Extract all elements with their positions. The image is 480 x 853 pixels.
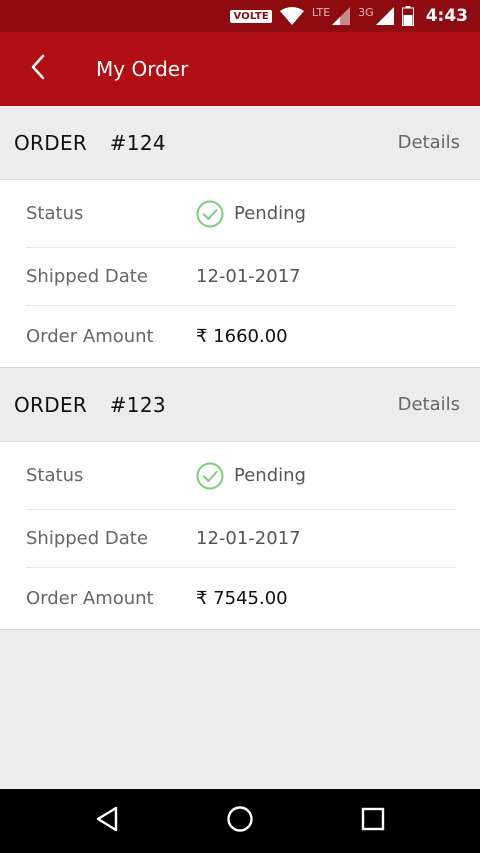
status-label: Status (26, 465, 84, 486)
check-circle-icon (196, 200, 224, 228)
order-amount-label: Order Amount (26, 588, 154, 609)
order-number: #123 (109, 392, 166, 417)
status-label: Status (26, 203, 84, 224)
order-label: ORDER (14, 130, 88, 155)
nav-home-button[interactable] (210, 789, 270, 853)
order-amount-value: ₹ 1660.00 (196, 326, 288, 347)
order-number: #124 (109, 130, 166, 155)
lte-label: LTE (311, 5, 331, 19)
status-text: Pending (234, 465, 306, 486)
shipped-date-label: Shipped Date (26, 266, 148, 287)
network-3g-label: 3G (358, 5, 374, 19)
order-amount-label: Order Amount (26, 326, 154, 347)
order-title: ORDER #123 (14, 393, 166, 417)
page-title: My Order (96, 57, 189, 81)
battery-icon (401, 6, 414, 26)
order-amount-value: ₹ 7545.00 (196, 588, 288, 609)
status-value: Pending (196, 200, 306, 228)
nav-recents-button[interactable] (343, 789, 403, 853)
order-list: ORDER #124 Details Status Pending Shippe… (0, 106, 480, 630)
shipped-date-row: Shipped Date 12-01-2017 (26, 248, 456, 306)
order-label: ORDER (14, 392, 88, 417)
order-details-link[interactable]: Details (398, 132, 460, 153)
triangle-back-icon (95, 806, 119, 836)
back-button[interactable] (0, 32, 76, 106)
order-body: Status Pending Shipped Date 12-01-2017 O… (0, 442, 480, 630)
volte-badge: VOLTE (230, 9, 272, 23)
wifi-icon (279, 7, 304, 25)
status-bar: VOLTE LTE 3G 4:43 (0, 0, 480, 32)
order-header: ORDER #123 Details (0, 368, 480, 442)
status-value: Pending (196, 462, 306, 490)
system-nav-bar (0, 789, 480, 853)
shipped-date-row: Shipped Date 12-01-2017 (26, 510, 456, 568)
signal-3g-icon (375, 7, 394, 25)
order-details-link[interactable]: Details (398, 394, 460, 415)
order-card: ORDER #123 Details Status Pending Shippe… (0, 368, 480, 630)
shipped-date-label: Shipped Date (26, 528, 148, 549)
order-body: Status Pending Shipped Date 12-01-2017 O… (0, 180, 480, 368)
status-row: Status Pending (26, 442, 456, 510)
check-circle-icon (196, 462, 224, 490)
square-recents-icon (361, 807, 385, 835)
order-header: ORDER #124 Details (0, 106, 480, 180)
order-amount-row: Order Amount ₹ 1660.00 (26, 306, 456, 367)
order-title: ORDER #124 (14, 131, 166, 155)
nav-back-button[interactable] (77, 789, 137, 853)
status-text: Pending (234, 203, 306, 224)
circle-home-icon (226, 805, 254, 837)
clock: 4:43 (425, 6, 468, 26)
order-amount-row: Order Amount ₹ 7545.00 (26, 568, 456, 629)
shipped-date-value: 12-01-2017 (196, 266, 301, 287)
chevron-left-icon (30, 54, 46, 84)
shipped-date-value: 12-01-2017 (196, 528, 301, 549)
status-row: Status Pending (26, 180, 456, 248)
app-bar: My Order (0, 32, 480, 106)
signal-lte-icon (332, 7, 351, 25)
order-card: ORDER #124 Details Status Pending Shippe… (0, 106, 480, 368)
